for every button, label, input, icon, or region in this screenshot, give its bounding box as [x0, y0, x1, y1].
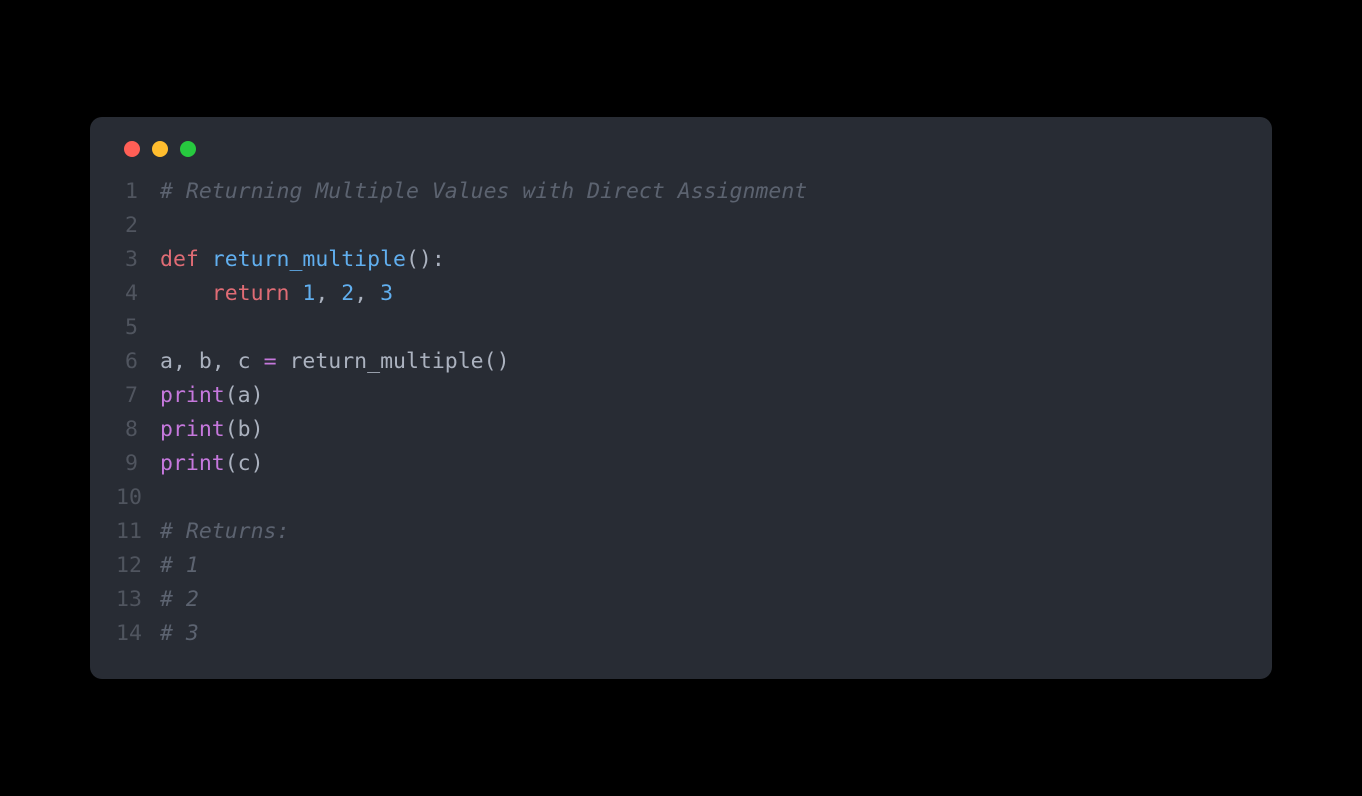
- line-number: 5: [116, 311, 160, 345]
- line-number: 1: [116, 175, 160, 209]
- code-line: 11# Returns:: [116, 515, 1238, 549]
- line-number: 10: [116, 481, 160, 515]
- code-token: # Returns:: [160, 519, 289, 544]
- line-content: # Returns:: [160, 515, 1238, 549]
- line-content: a, b, c = return_multiple(): [160, 345, 1238, 379]
- line-number: 3: [116, 243, 160, 277]
- code-token: (a): [225, 383, 264, 408]
- code-token: print: [160, 383, 225, 408]
- code-line: 4 return 1, 2, 3: [116, 277, 1238, 311]
- line-content: [160, 311, 1238, 345]
- code-token: 3: [380, 281, 393, 306]
- code-token: =: [264, 349, 277, 374]
- code-line: 12# 1: [116, 549, 1238, 583]
- code-token: return_multiple: [212, 247, 406, 272]
- code-token: print: [160, 417, 225, 442]
- line-number: 6: [116, 345, 160, 379]
- line-number: 14: [116, 617, 160, 651]
- code-token: # 2: [160, 587, 199, 612]
- code-token: [199, 247, 212, 272]
- line-number: 12: [116, 549, 160, 583]
- code-token: (b): [225, 417, 264, 442]
- code-token: [289, 281, 302, 306]
- code-token: return_multiple(): [277, 349, 510, 374]
- code-token: 2: [341, 281, 354, 306]
- line-content: def return_multiple():: [160, 243, 1238, 277]
- code-editor: 1# Returning Multiple Values with Direct…: [90, 175, 1272, 651]
- code-line: 14# 3: [116, 617, 1238, 651]
- code-line: 2: [116, 209, 1238, 243]
- code-token: a, b, c: [160, 349, 264, 374]
- line-number: 4: [116, 277, 160, 311]
- code-line: 10: [116, 481, 1238, 515]
- code-line: 5: [116, 311, 1238, 345]
- code-token: [160, 281, 212, 306]
- line-number: 9: [116, 447, 160, 481]
- code-token: # 3: [160, 621, 199, 646]
- code-token: 1: [302, 281, 315, 306]
- line-content: print(a): [160, 379, 1238, 413]
- code-token: ,: [354, 281, 380, 306]
- line-number: 13: [116, 583, 160, 617]
- code-line: 7print(a): [116, 379, 1238, 413]
- close-icon[interactable]: [124, 141, 140, 157]
- code-line: 13# 2: [116, 583, 1238, 617]
- code-window: 1# Returning Multiple Values with Direct…: [90, 117, 1272, 679]
- line-content: # Returning Multiple Values with Direct …: [160, 175, 1238, 209]
- zoom-icon[interactable]: [180, 141, 196, 157]
- code-token: (c): [225, 451, 264, 476]
- line-content: [160, 209, 1238, 243]
- code-line: 8print(b): [116, 413, 1238, 447]
- code-line: 3def return_multiple():: [116, 243, 1238, 277]
- line-content: return 1, 2, 3: [160, 277, 1238, 311]
- code-token: return: [212, 281, 290, 306]
- code-token: ():: [406, 247, 445, 272]
- window-titlebar: [90, 141, 1272, 175]
- line-content: # 1: [160, 549, 1238, 583]
- code-token: ,: [315, 281, 341, 306]
- code-line: 6a, b, c = return_multiple(): [116, 345, 1238, 379]
- code-line: 1# Returning Multiple Values with Direct…: [116, 175, 1238, 209]
- line-number: 7: [116, 379, 160, 413]
- line-content: [160, 481, 1238, 515]
- line-content: # 3: [160, 617, 1238, 651]
- line-content: print(b): [160, 413, 1238, 447]
- code-token: # Returning Multiple Values with Direct …: [160, 179, 807, 204]
- code-line: 9print(c): [116, 447, 1238, 481]
- line-number: 11: [116, 515, 160, 549]
- line-number: 8: [116, 413, 160, 447]
- code-token: print: [160, 451, 225, 476]
- line-number: 2: [116, 209, 160, 243]
- line-content: # 2: [160, 583, 1238, 617]
- line-content: print(c): [160, 447, 1238, 481]
- minimize-icon[interactable]: [152, 141, 168, 157]
- code-token: def: [160, 247, 199, 272]
- code-token: # 1: [160, 553, 199, 578]
